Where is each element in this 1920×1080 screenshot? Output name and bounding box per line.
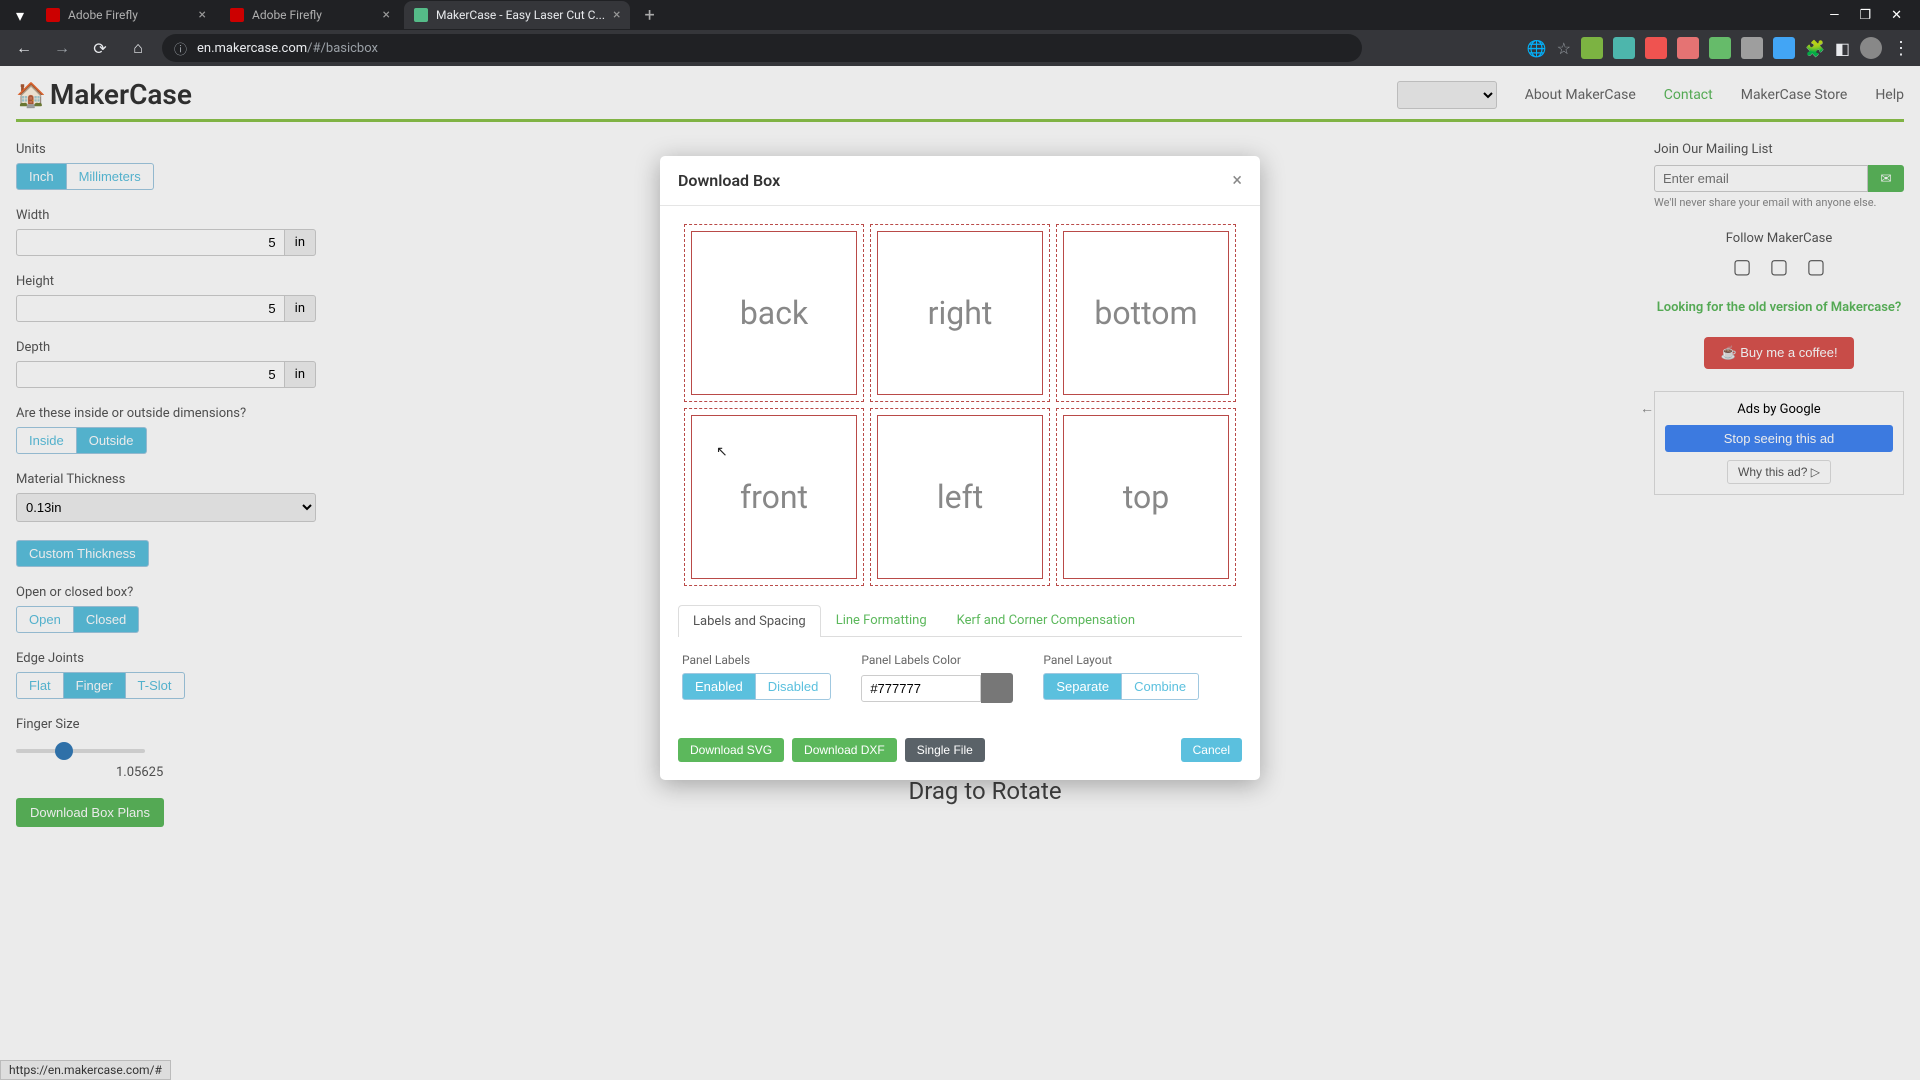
- download-modal: Download Box × back right bottom front l…: [660, 156, 1260, 780]
- layout-combine-button[interactable]: Combine: [1122, 673, 1199, 700]
- tab-labels-spacing[interactable]: Labels and Spacing: [678, 605, 821, 637]
- labels-disabled-button[interactable]: Disabled: [756, 673, 832, 700]
- tab-kerf[interactable]: Kerf and Corner Compensation: [942, 604, 1150, 636]
- site-info-icon[interactable]: ⓘ: [174, 39, 187, 58]
- preview-area: back right bottom front left top: [678, 220, 1242, 590]
- maximize-icon[interactable]: ❐: [1859, 8, 1871, 23]
- sidepanel-icon[interactable]: ◧: [1835, 39, 1850, 58]
- tab-line-formatting[interactable]: Line Formatting: [821, 604, 942, 636]
- modal-title: Download Box: [678, 171, 780, 190]
- address-bar[interactable]: ⓘ en.makercase.com/#/basicbox: [162, 34, 1362, 62]
- extensions-icon[interactable]: 🧩: [1805, 39, 1825, 58]
- extension-icon[interactable]: [1581, 37, 1603, 59]
- extension-icon[interactable]: [1741, 37, 1763, 59]
- translate-icon[interactable]: 🌐: [1527, 39, 1547, 58]
- download-svg-button[interactable]: Download SVG: [678, 738, 784, 762]
- home-icon[interactable]: ⌂: [124, 38, 152, 58]
- extension-icon[interactable]: [1773, 37, 1795, 59]
- labels-color-label: Panel Labels Color: [861, 653, 1013, 667]
- extension-icon[interactable]: [1613, 37, 1635, 59]
- cancel-button[interactable]: Cancel: [1181, 738, 1242, 762]
- panel-labels-label: Panel Labels: [682, 653, 831, 667]
- cursor-icon: ↖: [716, 444, 728, 460]
- browser-tab-2[interactable]: MakerCase - Easy Laser Cut C...×: [404, 1, 630, 29]
- modal-overlay: Download Box × back right bottom front l…: [0, 66, 1920, 1080]
- browser-toolbar: ← → ⟳ ⌂ ⓘ en.makercase.com/#/basicbox 🌐 …: [0, 30, 1920, 66]
- tab-strip-bar: ▾ Adobe Firefly× Adobe Firefly× MakerCas…: [0, 0, 1920, 30]
- new-tab-button[interactable]: +: [634, 5, 664, 26]
- close-icon[interactable]: ×: [199, 7, 206, 23]
- menu-icon[interactable]: ⋮: [1892, 38, 1910, 59]
- reload-icon[interactable]: ⟳: [86, 39, 114, 58]
- color-swatch[interactable]: [981, 673, 1013, 703]
- tab-search-dropdown[interactable]: ▾: [8, 3, 32, 27]
- extension-icon[interactable]: [1677, 37, 1699, 59]
- profile-icon[interactable]: [1860, 37, 1882, 59]
- panel-layout-label: Panel Layout: [1043, 653, 1199, 667]
- minimize-icon[interactable]: —: [1829, 8, 1839, 23]
- panel-right: right: [870, 224, 1050, 402]
- window-close-icon[interactable]: ✕: [1891, 8, 1902, 23]
- browser-tab-1[interactable]: Adobe Firefly×: [220, 1, 400, 29]
- modal-close-icon[interactable]: ×: [1232, 170, 1242, 191]
- labels-color-input[interactable]: [861, 675, 981, 702]
- panel-top: top: [1056, 408, 1236, 586]
- status-bar: https://en.makercase.com/#: [0, 1060, 171, 1080]
- labels-enabled-button[interactable]: Enabled: [682, 673, 756, 700]
- extension-icon[interactable]: [1645, 37, 1667, 59]
- single-file-button[interactable]: Single File: [905, 738, 985, 762]
- browser-tab-0[interactable]: Adobe Firefly×: [36, 1, 216, 29]
- star-icon[interactable]: ☆: [1557, 39, 1571, 58]
- close-icon[interactable]: ×: [613, 7, 620, 23]
- back-icon[interactable]: ←: [10, 38, 38, 58]
- panel-back: back: [684, 224, 864, 402]
- forward-icon[interactable]: →: [48, 38, 76, 58]
- close-icon[interactable]: ×: [383, 7, 390, 23]
- extension-icon[interactable]: [1709, 37, 1731, 59]
- panel-left: left: [870, 408, 1050, 586]
- layout-separate-button[interactable]: Separate: [1043, 673, 1122, 700]
- download-dxf-button[interactable]: Download DXF: [792, 738, 897, 762]
- panel-front: front: [684, 408, 864, 586]
- panel-bottom: bottom: [1056, 224, 1236, 402]
